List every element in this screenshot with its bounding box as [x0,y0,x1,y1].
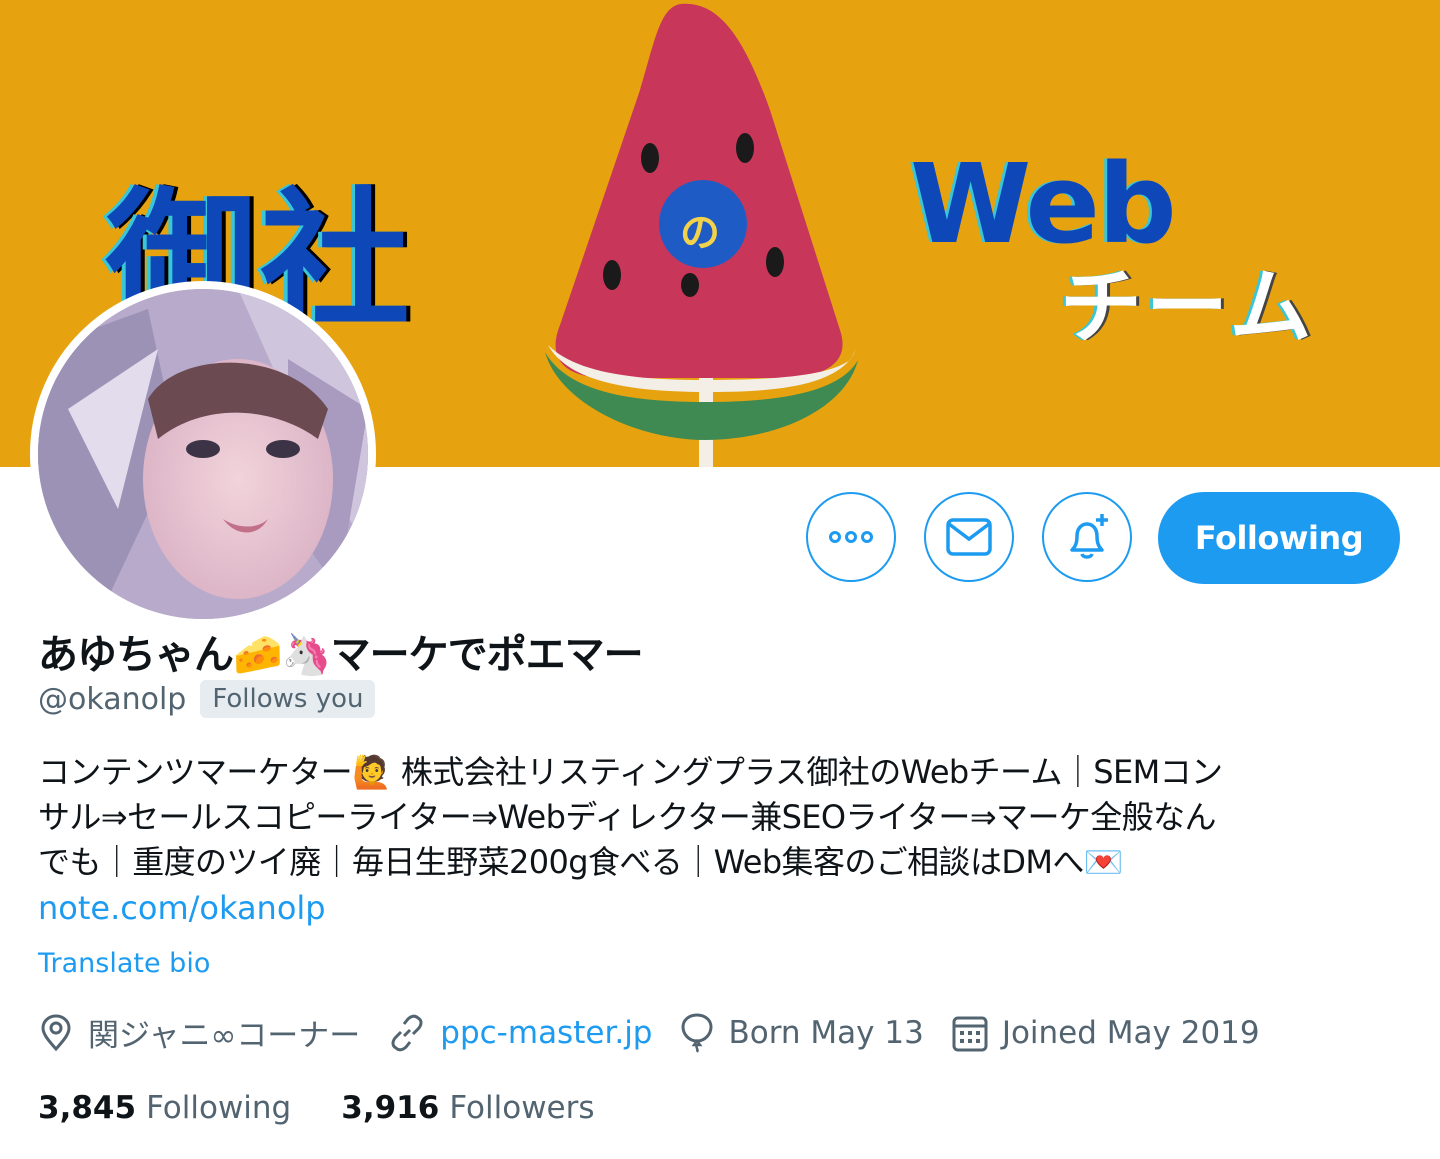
joined-item: Joined May 2019 [952,1014,1260,1052]
followers-label: Followers [449,1090,595,1126]
bio-line: でも｜重度のツイ廃｜毎日生野菜200g食べる｜Web集客のご相談はDMへ💌 [38,843,1124,881]
bio-line: サル⇒セールスコピーライター⇒Webディレクター兼SEOライター⇒マーケ全般なん [38,798,1216,836]
bio-link[interactable]: note.com/okanolp [38,889,326,927]
following-stat[interactable]: 3,845 Following [38,1090,291,1126]
link-icon [391,1014,423,1051]
profile-name: あゆちゃん🧀🦄マーケでポエマー [38,632,644,678]
banner-title-team: チーム [1060,260,1316,355]
following-label: Following [146,1090,292,1126]
website-link[interactable]: ppc-master.jp [440,1015,652,1051]
banner-title-no: の [680,210,720,256]
more-horizontal-icon [829,531,873,543]
birthday-text: Born May 13 [728,1014,924,1051]
avatar-photo [38,289,368,619]
avatar[interactable] [30,281,376,627]
joined-text: Joined May 2019 [1001,1014,1260,1051]
follows-you-badge: Follows you [200,680,376,718]
bell-plus-icon [1070,514,1108,559]
balloon-icon [681,1012,713,1053]
follow-stats: 3,845 Following 3,916 Followers [38,1090,645,1126]
translate-bio-link[interactable]: Translate bio [38,948,210,979]
bio-line: コンテンツマーケター🙋 株式会社リスティングプラス御社のWebチーム｜SEMコン [38,753,1223,791]
following-count: 3,845 [38,1090,137,1126]
followers-stat[interactable]: 3,916 Followers [341,1090,594,1126]
followers-count: 3,916 [341,1090,440,1126]
notify-button[interactable] [1042,492,1132,582]
profile-bio: コンテンツマーケター🙋 株式会社リスティングプラス御社のWebチーム｜SEMコン… [38,750,1408,885]
calendar-icon [952,1016,988,1051]
location-text: 関ジャニ∞コーナー [88,1018,361,1054]
envelope-icon [946,518,992,556]
location-item: 関ジャニ∞コーナー [38,1010,360,1055]
more-button[interactable] [806,492,896,582]
location-pin-icon [41,1013,71,1051]
birthday-item: Born May 13 [680,1012,924,1053]
handle-row: @okanolp Follows you [38,680,376,718]
website-item[interactable]: ppc-master.jp [388,1014,652,1052]
profile-meta: 関ジャニ∞コーナー ppc-master.jp Born May 13 Join… [38,1010,1288,1055]
message-button[interactable] [924,492,1014,582]
following-button[interactable]: Following [1158,492,1400,584]
profile-handle: @okanolp [38,681,187,717]
